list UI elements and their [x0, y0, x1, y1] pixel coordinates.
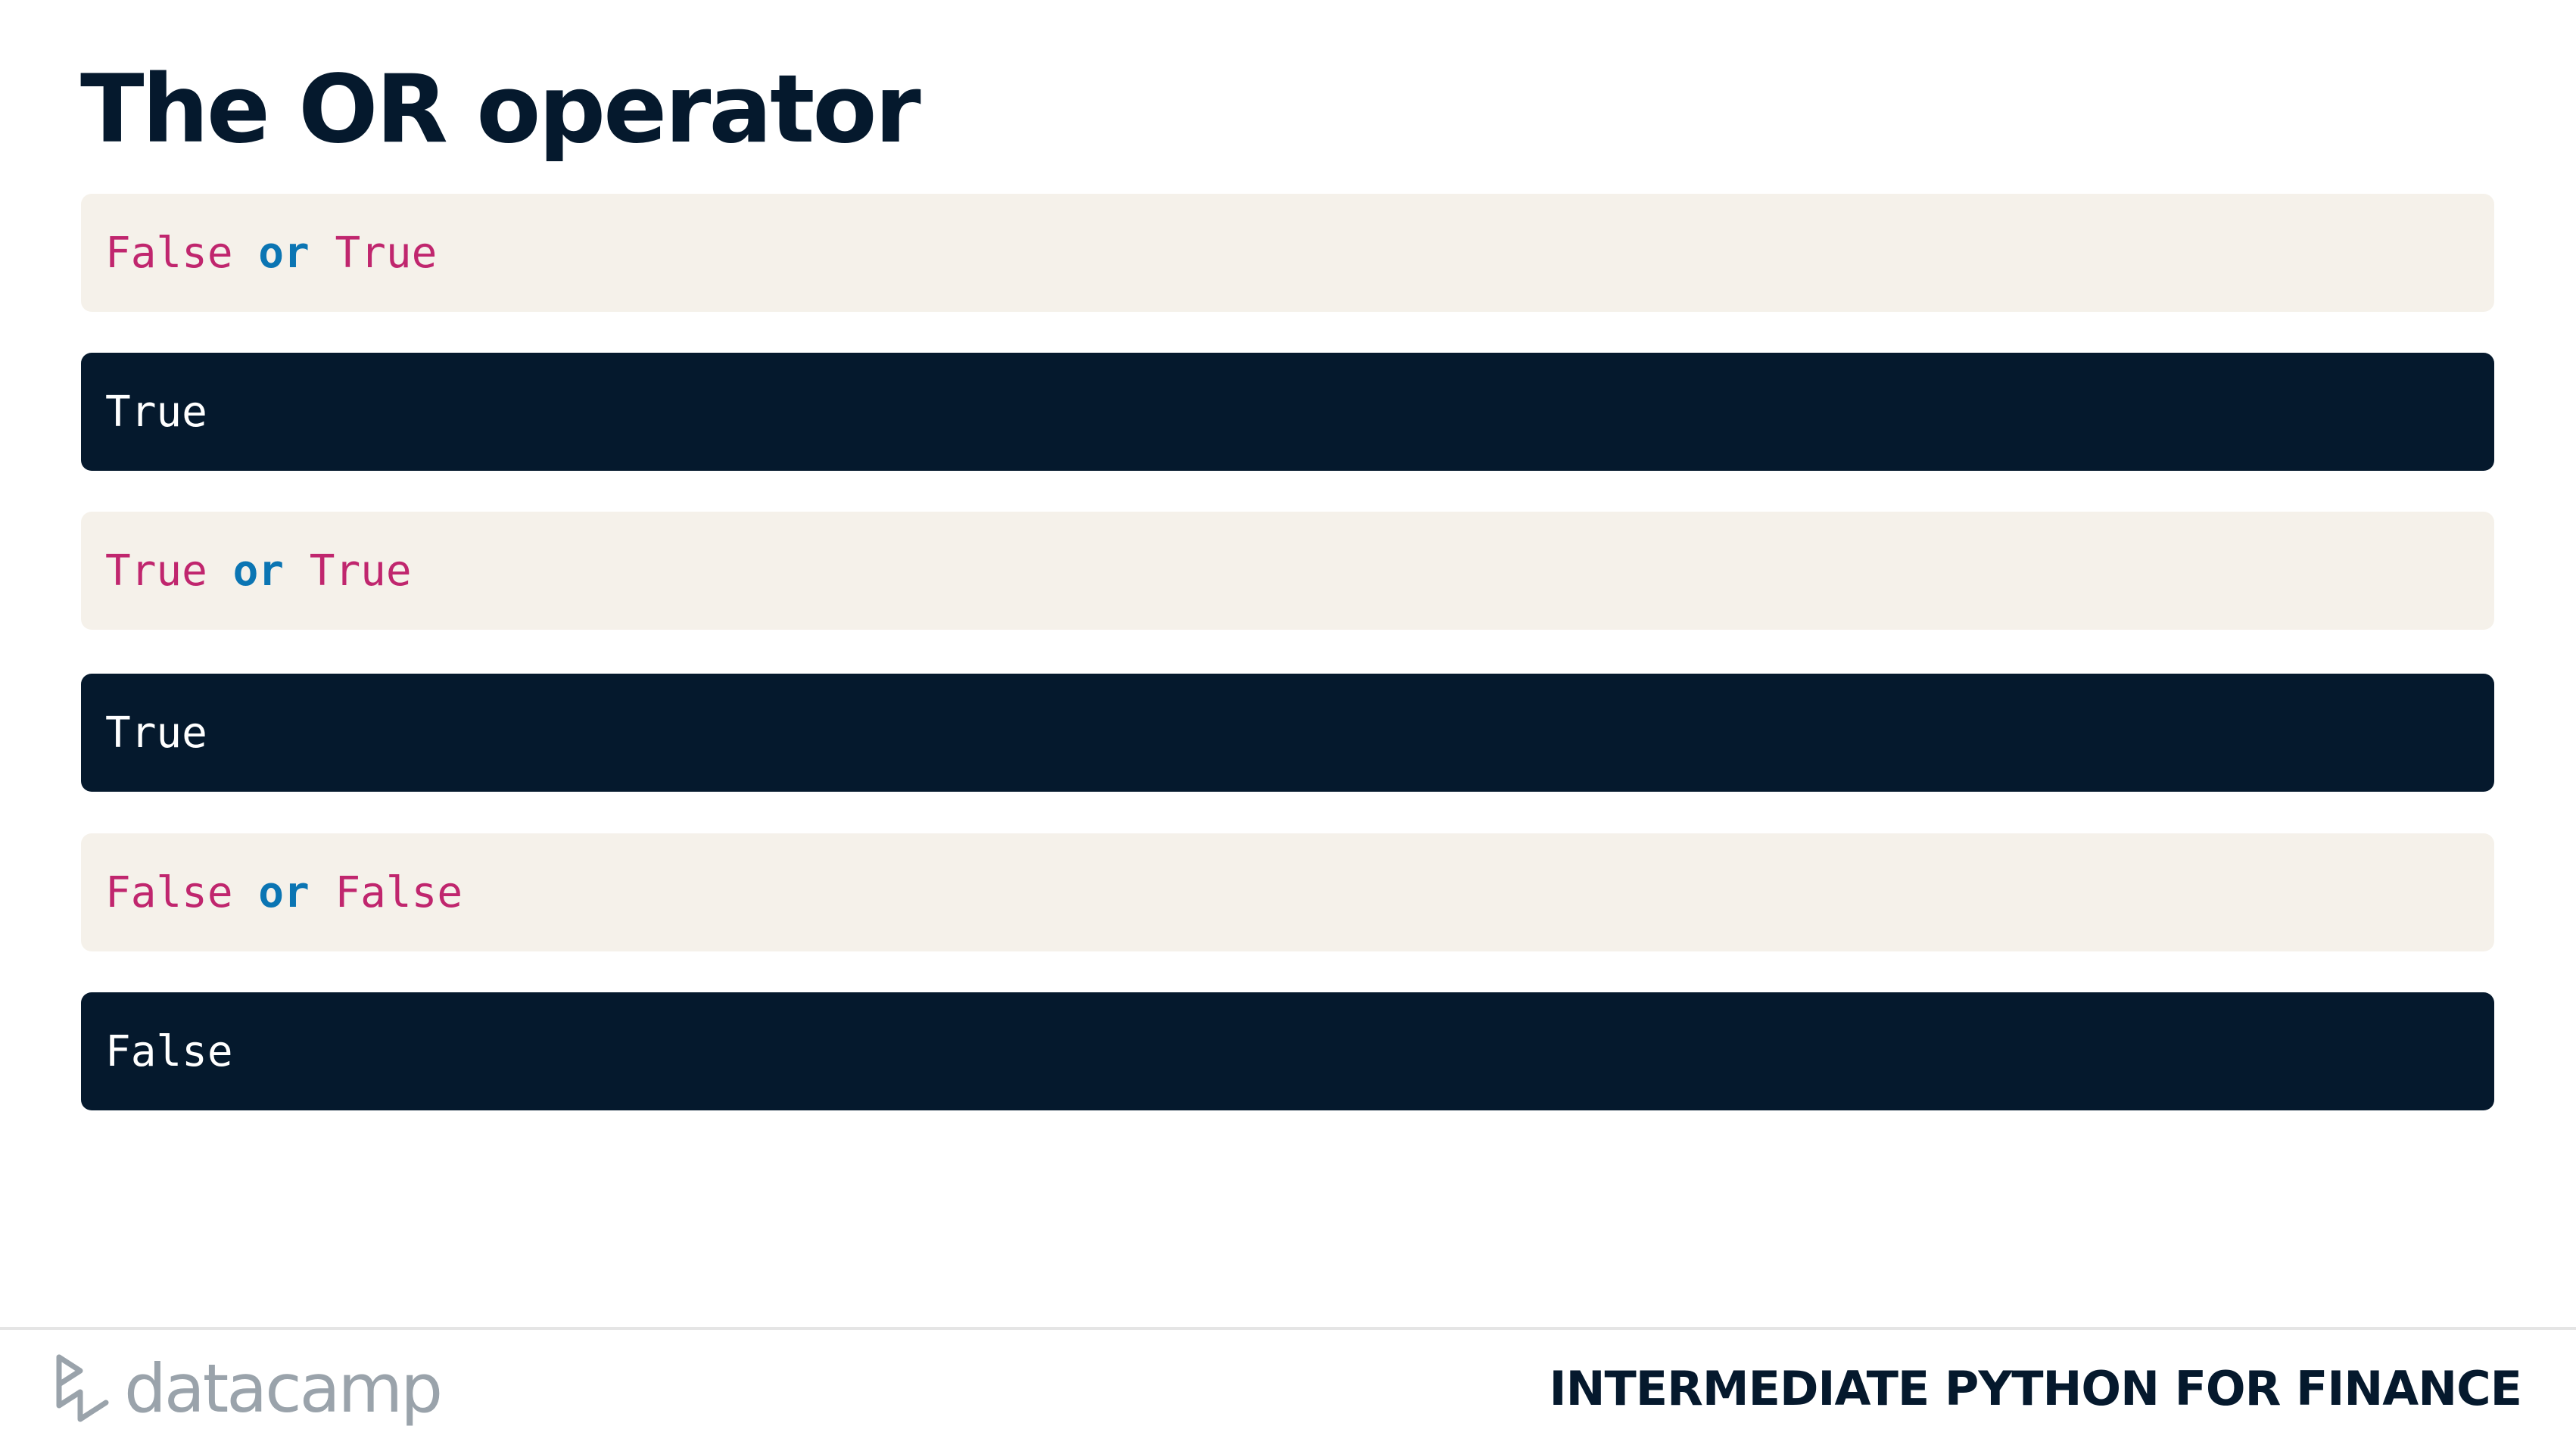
code-operator: or	[258, 867, 310, 917]
output-text: False	[105, 1026, 233, 1076]
output-text: True	[105, 387, 207, 437]
datacamp-logo: datacamp	[53, 1350, 443, 1428]
code-block-1[interactable]: False or True	[81, 194, 2494, 312]
output-block-2: True	[81, 674, 2494, 792]
course-title: INTERMEDIATE PYTHON FOR FINANCE	[1549, 1361, 2522, 1416]
code-block-3[interactable]: False or False	[81, 833, 2494, 951]
slide-title: The OR operator	[80, 55, 921, 164]
datacamp-logo-icon	[56, 1354, 109, 1422]
code-block-2[interactable]: True or True	[81, 512, 2494, 630]
output-block-1: True	[81, 353, 2494, 471]
code-operator: or	[258, 228, 310, 278]
code-literal: False	[105, 228, 233, 278]
code-literal: False	[335, 867, 463, 917]
logo-wordmark: datacamp	[124, 1350, 443, 1428]
code-literal: False	[105, 867, 233, 917]
code-literal: True	[105, 546, 207, 596]
footer-divider	[0, 1327, 2576, 1330]
slide: The OR operator False or True True True …	[0, 0, 2576, 1451]
code-literal: True	[309, 546, 412, 596]
code-literal: True	[335, 228, 438, 278]
output-text: True	[105, 708, 207, 758]
output-block-3: False	[81, 992, 2494, 1110]
code-operator: or	[232, 546, 285, 596]
